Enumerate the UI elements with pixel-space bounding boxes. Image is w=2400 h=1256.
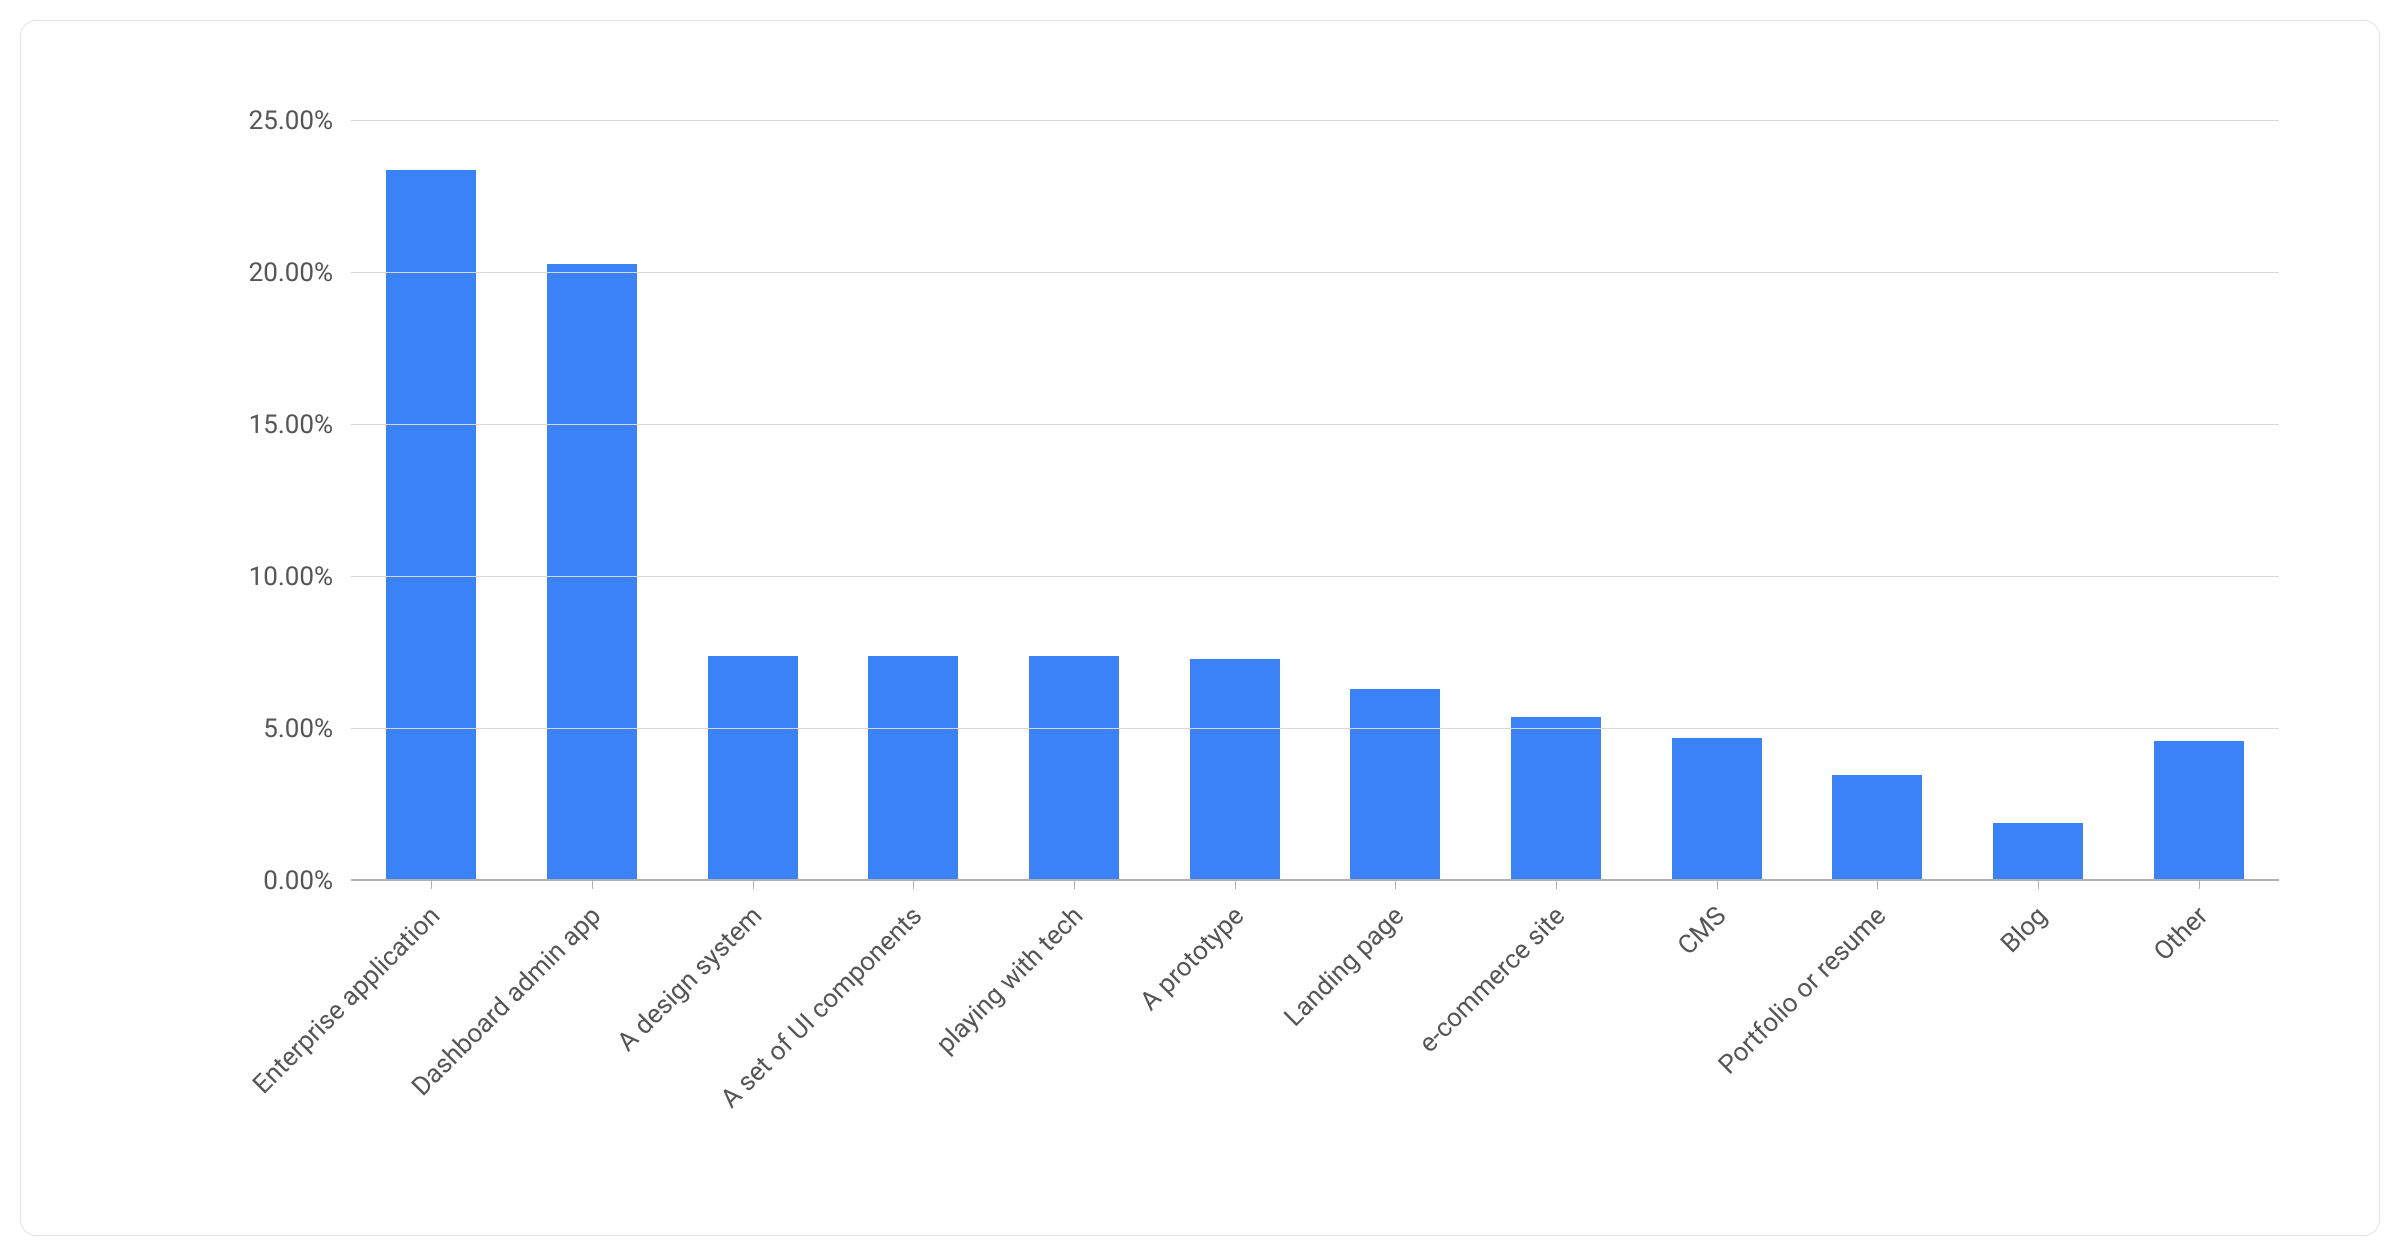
x-axis-line — [351, 879, 2279, 881]
x-tick — [1556, 881, 1557, 889]
gridline — [351, 424, 2279, 425]
bar-slot: A set of UI components — [833, 121, 994, 881]
y-tick-label: 5.00% — [263, 714, 351, 744]
x-tick — [592, 881, 593, 889]
bar — [1511, 717, 1601, 881]
bar — [1190, 659, 1280, 881]
bar — [1672, 738, 1762, 881]
bar-slot: CMS — [1636, 121, 1797, 881]
y-tick-label: 0.00% — [263, 866, 351, 896]
bar-slot: Other — [2118, 121, 2279, 881]
bar-slot: A design system — [672, 121, 833, 881]
bar-slot: Blog — [1958, 121, 2119, 881]
bar — [2154, 741, 2244, 881]
bar — [1029, 656, 1119, 881]
x-tick — [1395, 881, 1396, 889]
bar-slot: Enterprise application — [351, 121, 512, 881]
x-tick — [2038, 881, 2039, 889]
bar — [708, 656, 798, 881]
bars-container: Enterprise applicationDashboard admin ap… — [351, 121, 2279, 881]
x-tick — [753, 881, 754, 889]
y-tick-label: 10.00% — [249, 562, 351, 592]
bar — [1350, 689, 1440, 881]
bar-slot: Portfolio or resume — [1797, 121, 1958, 881]
bar-slot: playing with tech — [994, 121, 1155, 881]
chart-area: Enterprise applicationDashboard admin ap… — [61, 81, 2339, 1195]
x-tick — [913, 881, 914, 889]
x-tick — [1717, 881, 1718, 889]
gridline — [351, 120, 2279, 121]
bar-slot: Dashboard admin app — [512, 121, 673, 881]
x-tick — [1074, 881, 1075, 889]
chart-card: Enterprise applicationDashboard admin ap… — [20, 20, 2380, 1236]
plot-region: Enterprise applicationDashboard admin ap… — [351, 121, 2279, 881]
y-tick-label: 20.00% — [249, 258, 351, 288]
gridline — [351, 576, 2279, 577]
x-tick — [1877, 881, 1878, 889]
y-tick-label: 15.00% — [249, 410, 351, 440]
bar — [868, 656, 958, 881]
gridline — [351, 728, 2279, 729]
bar — [547, 264, 637, 881]
x-tick — [1235, 881, 1236, 889]
x-tick — [431, 881, 432, 889]
bar-slot: Landing page — [1315, 121, 1476, 881]
bar — [386, 170, 476, 881]
y-tick-label: 25.00% — [249, 106, 351, 136]
gridline — [351, 272, 2279, 273]
x-tick — [2199, 881, 2200, 889]
bar-slot: A prototype — [1154, 121, 1315, 881]
bar-slot: e-commerce site — [1476, 121, 1637, 881]
